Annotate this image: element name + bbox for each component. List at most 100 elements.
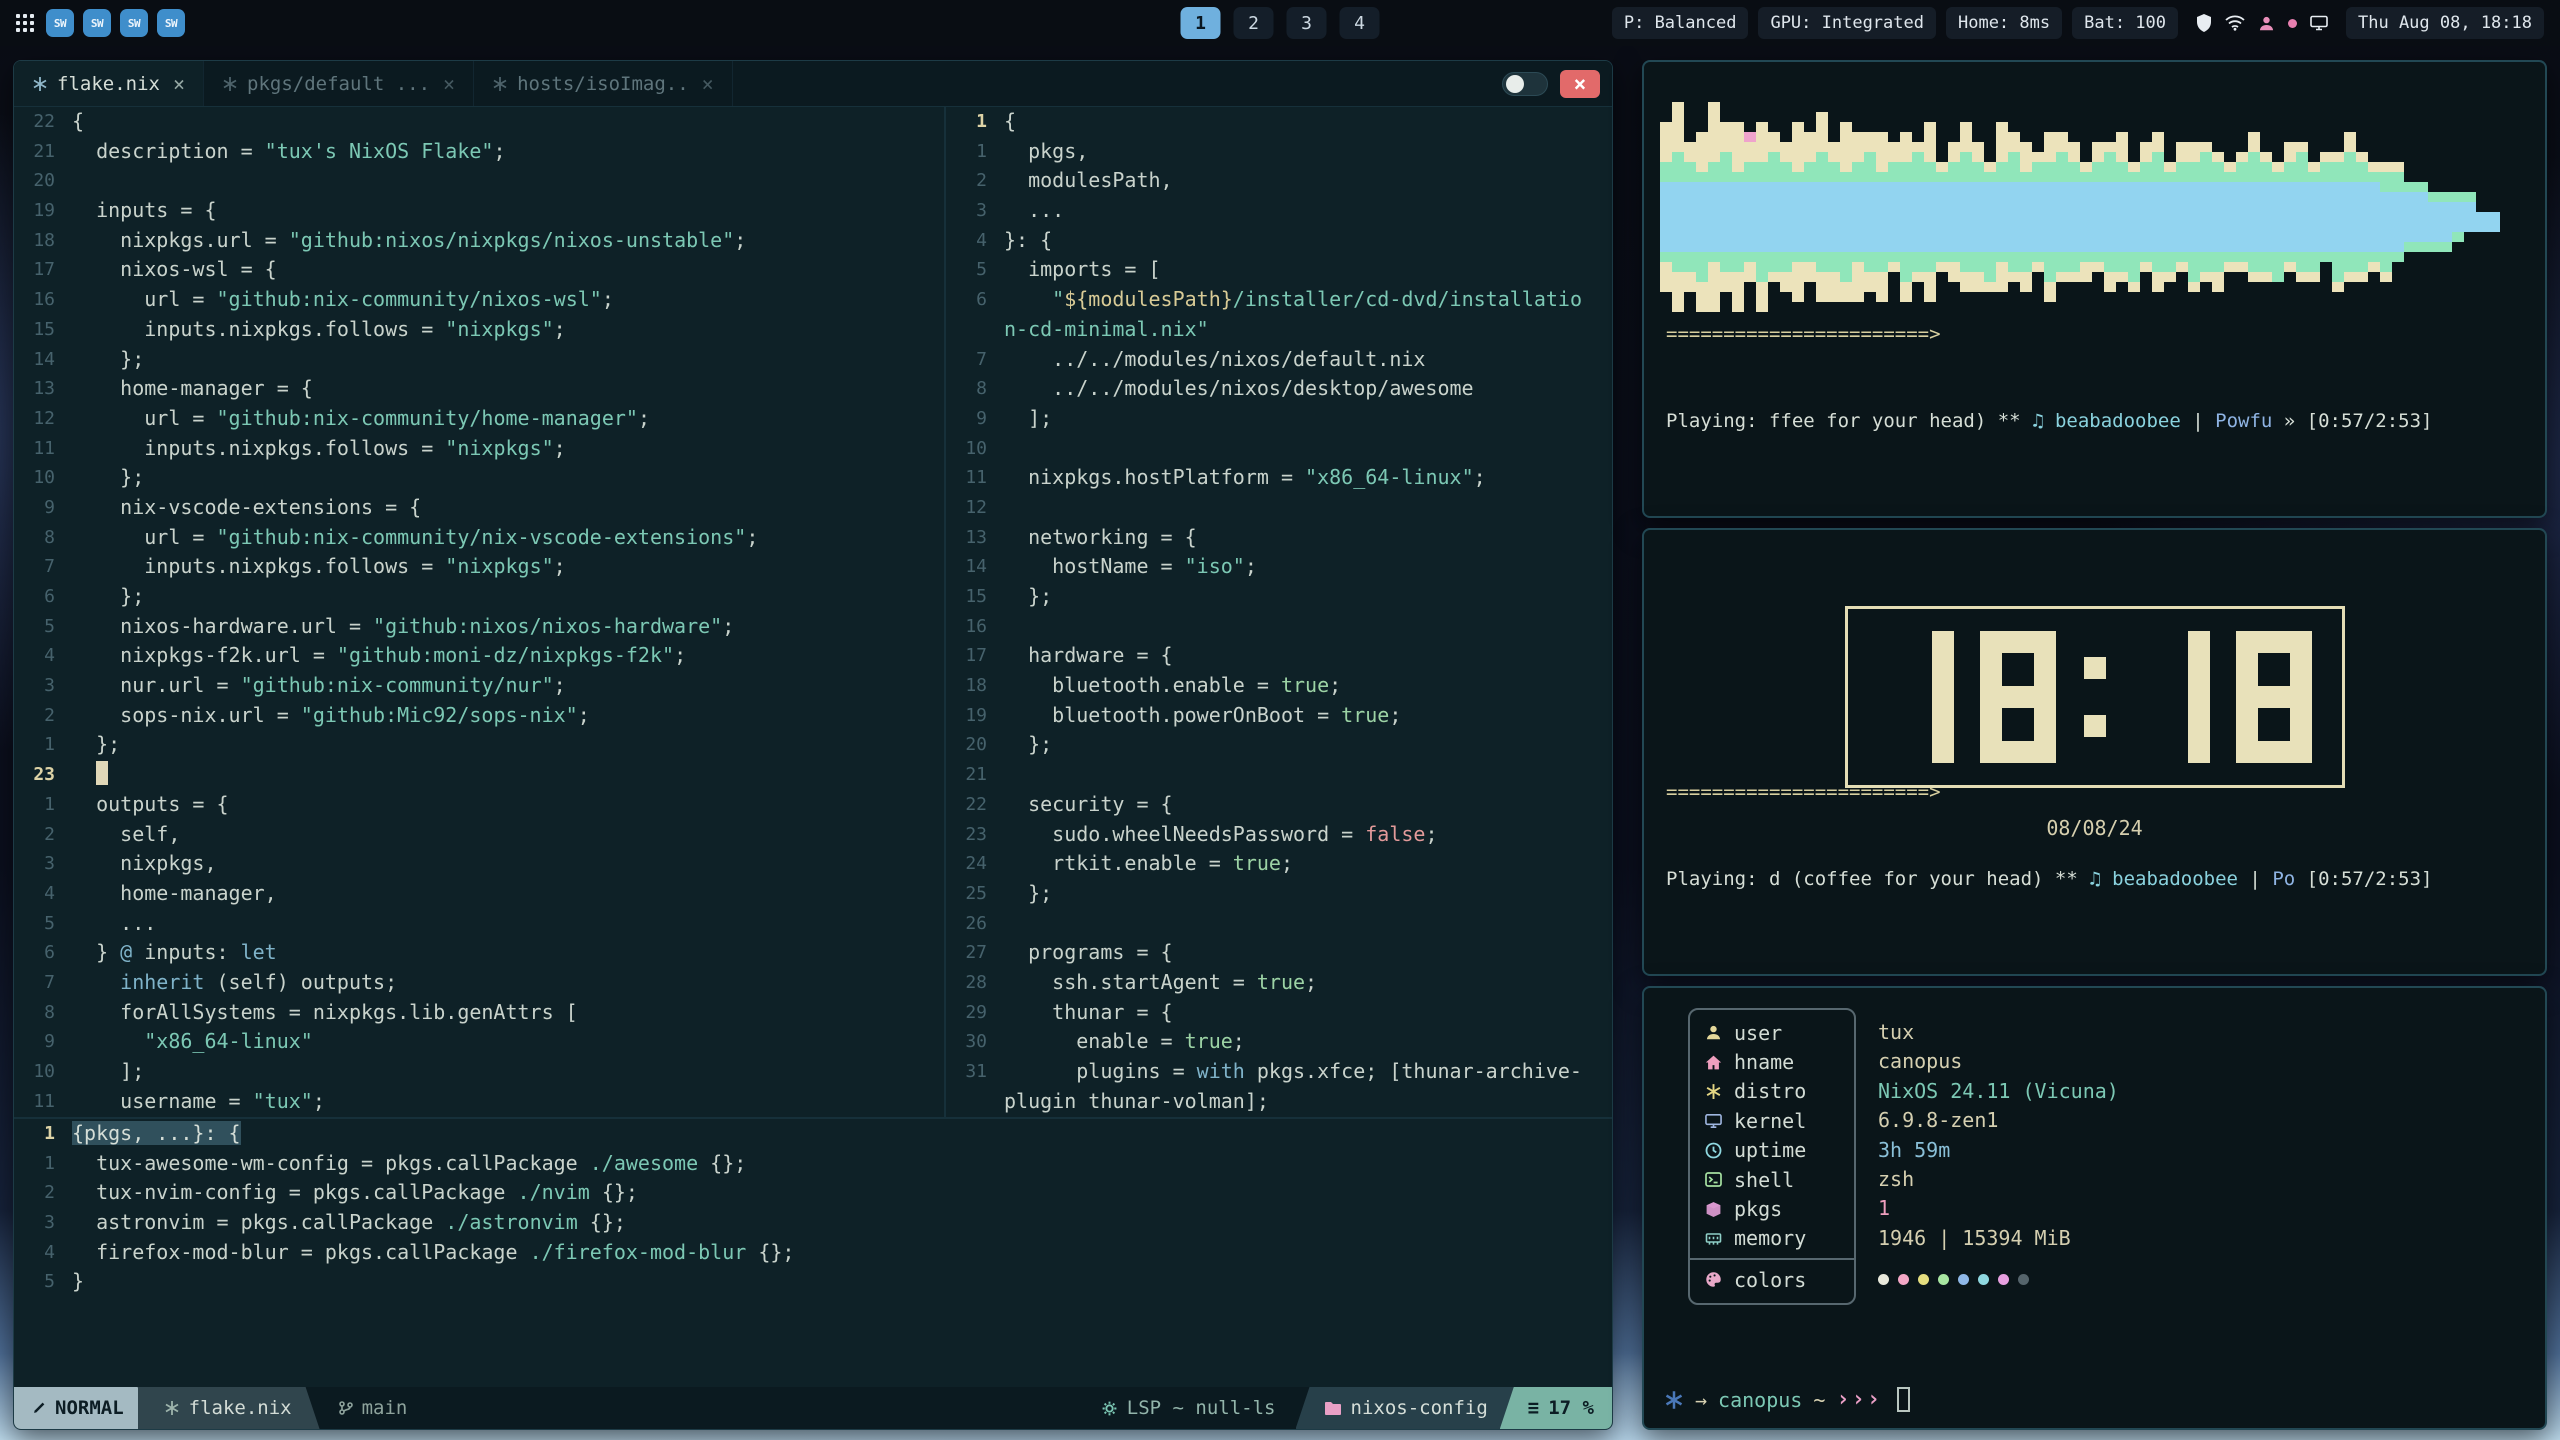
code-line[interactable]: 12 bbox=[946, 493, 1612, 523]
tab-close-icon[interactable]: × bbox=[173, 72, 185, 96]
code-line[interactable]: 18 nixpkgs.url = "github:nixos/nixpkgs/n… bbox=[14, 226, 944, 256]
code-line[interactable]: 25 }; bbox=[946, 879, 1612, 909]
code-line[interactable]: 28 ssh.startAgent = true; bbox=[946, 968, 1612, 998]
code-line[interactable]: 3 nixpkgs, bbox=[14, 849, 944, 879]
code-line[interactable]: 10 ]; bbox=[14, 1057, 944, 1087]
code-line[interactable]: 4 home-manager, bbox=[14, 879, 944, 909]
code-line[interactable]: 8 ../../modules/nixos/desktop/awesome bbox=[946, 374, 1612, 404]
code-line[interactable]: 1{pkgs, ...}: { bbox=[14, 1119, 1612, 1149]
shield-icon[interactable] bbox=[2196, 14, 2212, 32]
code-line[interactable]: 20 bbox=[14, 166, 944, 196]
code-line[interactable]: 2 modulesPath, bbox=[946, 166, 1612, 196]
code-line[interactable]: 6 }; bbox=[14, 582, 944, 612]
code-line[interactable]: 17 hardware = { bbox=[946, 641, 1612, 671]
code-line[interactable]: 21 bbox=[946, 760, 1612, 790]
code-line[interactable]: 2 sops-nix.url = "github:Mic92/sops-nix"… bbox=[14, 701, 944, 731]
editor-pane-right[interactable]: 1{1 pkgs,2 modulesPath,3 ...4}: {5 impor… bbox=[946, 107, 1612, 1117]
code-line[interactable]: 31 plugins = with pkgs.xfce; [thunar-arc… bbox=[946, 1057, 1612, 1087]
tag-icon[interactable]: SW bbox=[157, 9, 185, 37]
code-line[interactable]: 16 url = "github:nix-community/nixos-wsl… bbox=[14, 285, 944, 315]
tag-icon[interactable]: SW bbox=[83, 9, 111, 37]
code-line[interactable]: 1 pkgs, bbox=[946, 137, 1612, 167]
code-line[interactable]: 8 url = "github:nix-community/nix-vscode… bbox=[14, 523, 944, 553]
code-line[interactable]: 7 inherit (self) outputs; bbox=[14, 968, 944, 998]
code-line[interactable]: 13 networking = { bbox=[946, 523, 1612, 553]
code-line[interactable]: 15 }; bbox=[946, 582, 1612, 612]
tab-flake.nix[interactable]: flake.nix× bbox=[14, 61, 204, 106]
app-launcher-icon[interactable] bbox=[16, 14, 34, 32]
code-line[interactable]: 1 outputs = { bbox=[14, 790, 944, 820]
code-line[interactable]: 15 inputs.nixpkgs.follows = "nixpkgs"; bbox=[14, 315, 944, 345]
code-line[interactable]: 19 bluetooth.powerOnBoot = true; bbox=[946, 701, 1612, 731]
code-line[interactable]: 3 astronvim = pkgs.callPackage ./astronv… bbox=[14, 1208, 1612, 1238]
code-line[interactable]: 5 nixos-hardware.url = "github:nixos/nix… bbox=[14, 612, 944, 642]
code-line[interactable]: 10 bbox=[946, 434, 1612, 464]
workspace-button-4[interactable]: 4 bbox=[1340, 7, 1380, 39]
code-line[interactable]: 14 }; bbox=[14, 345, 944, 375]
code-line[interactable]: 9 ]; bbox=[946, 404, 1612, 434]
code-line[interactable]: 5 imports = [ bbox=[946, 255, 1612, 285]
code-line[interactable]: 30 enable = true; bbox=[946, 1027, 1612, 1057]
code-line[interactable]: 13 home-manager = { bbox=[14, 374, 944, 404]
code-line[interactable]: 21 description = "tux's NixOS Flake"; bbox=[14, 137, 944, 167]
code-line[interactable]: 3 ... bbox=[946, 196, 1612, 226]
code-line[interactable]: 7 inputs.nixpkgs.follows = "nixpkgs"; bbox=[14, 552, 944, 582]
code-line[interactable]: 2 tux-nvim-config = pkgs.callPackage ./n… bbox=[14, 1178, 1612, 1208]
code-line[interactable]: 18 bluetooth.enable = true; bbox=[946, 671, 1612, 701]
code-line[interactable]: 17 nixos-wsl = { bbox=[14, 255, 944, 285]
code-line[interactable]: 20 }; bbox=[946, 730, 1612, 760]
window-close-button[interactable]: × bbox=[1560, 70, 1600, 98]
display-icon[interactable] bbox=[2310, 15, 2328, 31]
code-line[interactable]: plugin thunar-volman]; bbox=[946, 1087, 1612, 1117]
code-line[interactable]: 5} bbox=[14, 1267, 1612, 1297]
wifi-icon[interactable] bbox=[2225, 15, 2245, 31]
user-icon[interactable] bbox=[2258, 15, 2275, 32]
code-line[interactable]: 23 bbox=[14, 760, 944, 790]
code-line[interactable]: 14 hostName = "iso"; bbox=[946, 552, 1612, 582]
code-line[interactable]: 1{ bbox=[946, 107, 1612, 137]
tag-icon[interactable]: SW bbox=[46, 9, 74, 37]
code-line[interactable]: 27 programs = { bbox=[946, 938, 1612, 968]
code-line[interactable]: 12 url = "github:nix-community/home-mana… bbox=[14, 404, 944, 434]
code-line[interactable]: 11 username = "tux"; bbox=[14, 1087, 944, 1117]
tab-close-icon[interactable]: × bbox=[443, 72, 455, 96]
code-line[interactable]: 23 sudo.wheelNeedsPassword = false; bbox=[946, 820, 1612, 850]
code-line[interactable]: n-cd-minimal.nix" bbox=[946, 315, 1612, 345]
tab-hosts/isoImag..[interactable]: hosts/isoImag..× bbox=[474, 61, 733, 106]
toggle-switch[interactable] bbox=[1502, 72, 1548, 96]
code-line[interactable]: 22{ bbox=[14, 107, 944, 137]
editor-pane-bottom[interactable]: 1{pkgs, ...}: {1 tux-awesome-wm-config =… bbox=[14, 1119, 1612, 1387]
workspace-button-1[interactable]: 1 bbox=[1181, 7, 1221, 39]
editor-pane-left[interactable]: 22{21 description = "tux's NixOS Flake";… bbox=[14, 107, 944, 1117]
tab-pkgs/default ...[interactable]: pkgs/default ...× bbox=[204, 61, 474, 106]
code-line[interactable]: 16 bbox=[946, 612, 1612, 642]
tab-close-icon[interactable]: × bbox=[702, 72, 714, 96]
code-line[interactable]: 4}: { bbox=[946, 226, 1612, 256]
workspace-switcher: 1234 bbox=[1181, 7, 1380, 39]
code-line[interactable]: 22 security = { bbox=[946, 790, 1612, 820]
code-line[interactable]: 11 nixpkgs.hostPlatform = "x86_64-linux"… bbox=[946, 463, 1612, 493]
code-line[interactable]: 29 thunar = { bbox=[946, 998, 1612, 1028]
tag-icon[interactable]: SW bbox=[120, 9, 148, 37]
code-line[interactable]: 7 ../../modules/nixos/default.nix bbox=[946, 345, 1612, 375]
workspace-button-2[interactable]: 2 bbox=[1234, 7, 1274, 39]
code-line[interactable]: 9 "x86_64-linux" bbox=[14, 1027, 944, 1057]
code-line[interactable]: 6 } @ inputs: let bbox=[14, 938, 944, 968]
code-line[interactable]: 3 nur.url = "github:nix-community/nur"; bbox=[14, 671, 944, 701]
code-line[interactable]: 10 }; bbox=[14, 463, 944, 493]
code-line[interactable]: 4 firefox-mod-blur = pkgs.callPackage ./… bbox=[14, 1238, 1612, 1268]
code-line[interactable]: 5 ... bbox=[14, 909, 944, 939]
code-line[interactable]: 26 bbox=[946, 909, 1612, 939]
code-line[interactable]: 2 self, bbox=[14, 820, 944, 850]
code-line[interactable]: 11 inputs.nixpkgs.follows = "nixpkgs"; bbox=[14, 434, 944, 464]
code-line[interactable]: 8 forAllSystems = nixpkgs.lib.genAttrs [ bbox=[14, 998, 944, 1028]
workspace-button-3[interactable]: 3 bbox=[1287, 7, 1327, 39]
code-line[interactable]: 1 }; bbox=[14, 730, 944, 760]
shell-prompt[interactable]: → canopus ~ ››› bbox=[1664, 1387, 1910, 1412]
code-line[interactable]: 19 inputs = { bbox=[14, 196, 944, 226]
code-line[interactable]: 9 nix-vscode-extensions = { bbox=[14, 493, 944, 523]
code-line[interactable]: 6 "${modulesPath}/installer/cd-dvd/insta… bbox=[946, 285, 1612, 315]
code-line[interactable]: 4 nixpkgs-f2k.url = "github:moni-dz/nixp… bbox=[14, 641, 944, 671]
code-line[interactable]: 24 rtkit.enable = true; bbox=[946, 849, 1612, 879]
code-line[interactable]: 1 tux-awesome-wm-config = pkgs.callPacka… bbox=[14, 1149, 1612, 1179]
